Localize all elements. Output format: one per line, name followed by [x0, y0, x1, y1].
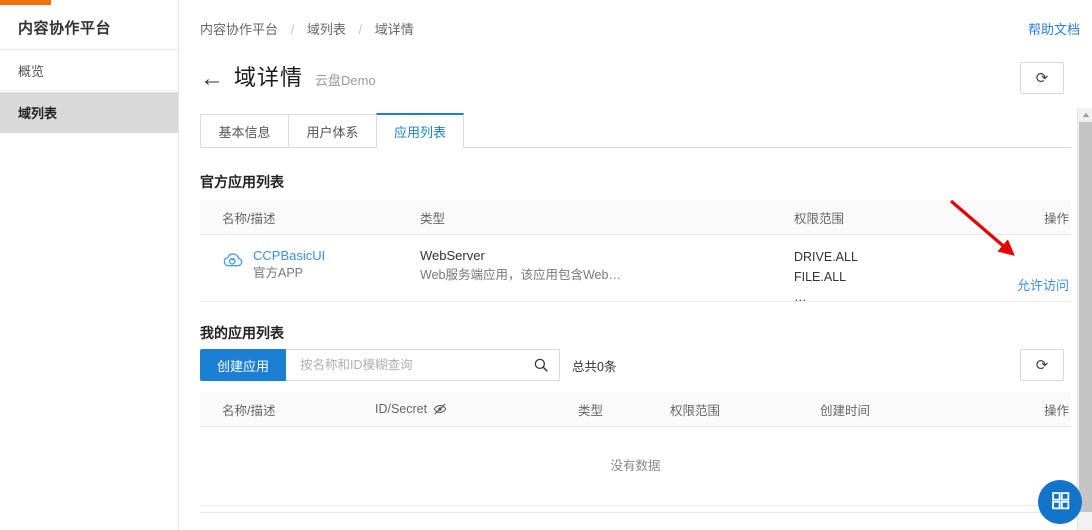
- create-app-button[interactable]: 创建应用: [200, 349, 287, 381]
- sidebar-item-overview[interactable]: 概览: [0, 50, 178, 91]
- tab-user-system-label: 用户体系: [306, 124, 359, 140]
- my-app-toolbar: 创建应用 总共0条: [200, 349, 616, 381]
- scrollbar-up-arrow-icon[interactable]: [1078, 108, 1092, 122]
- column-header-create-time: 创建时间: [820, 403, 871, 418]
- column-header-id-secret-label: ID/Secret: [375, 402, 428, 416]
- app-type-name: WebServer: [420, 248, 485, 263]
- my-app-list-title: 我的应用列表: [200, 325, 284, 341]
- breadcrumb-item-1[interactable]: 域列表: [307, 22, 346, 37]
- cell-app-type: WebServer Web服务端应用，该应用包含Web…: [420, 247, 621, 285]
- column-header-name: 名称/描述: [222, 211, 276, 226]
- total-count-label: 总共0条: [572, 359, 617, 374]
- breadcrumb-separator: /: [358, 22, 363, 37]
- my-app-table-header: 名称/描述 ID/Secret 类型 权限范围 创建时间 操作: [200, 392, 1071, 427]
- page-subtitle: 云盘Demo: [315, 73, 376, 88]
- column-header-scope: 权限范围: [670, 403, 721, 418]
- empty-state-text: 没有数据: [610, 459, 661, 473]
- search-icon[interactable]: [533, 357, 549, 373]
- app-description: 官方APP: [253, 266, 304, 280]
- allow-access-link[interactable]: 允许访问: [1017, 275, 1069, 294]
- tab-app-list-label: 应用列表: [393, 124, 446, 140]
- column-header-type: 类型: [420, 211, 446, 226]
- app-grid-fab-button[interactable]: [1038, 480, 1082, 524]
- bottom-divider: [200, 512, 1071, 513]
- breadcrumb-item-2: 域详情: [374, 22, 414, 37]
- breadcrumb-separator: /: [290, 22, 295, 37]
- scope-item: …: [794, 290, 807, 304]
- tab-app-list[interactable]: 应用列表: [376, 113, 464, 148]
- cell-action: 允许访问: [1017, 275, 1069, 294]
- app-name-link[interactable]: CCPBasicUI: [253, 248, 325, 263]
- column-header-id-secret: ID/Secret: [375, 392, 447, 426]
- column-header-name: 名称/描述: [222, 403, 276, 418]
- table-row: CCPBasicUI 官方APP WebServer Web服务端应用，该应用包…: [200, 235, 1071, 304]
- app-type-description: Web服务端应用，该应用包含Web…: [420, 268, 621, 282]
- column-header-scope: 权限范围: [794, 211, 845, 226]
- column-header-type: 类型: [578, 403, 604, 418]
- scope-item: FILE.ALL: [794, 270, 847, 284]
- scrollbar-thumb[interactable]: [1079, 122, 1092, 512]
- eye-off-icon[interactable]: [433, 402, 447, 416]
- sidebar: 内容协作平台 概览 域列表: [0, 0, 179, 530]
- sidebar-item-overview-label: 概览: [18, 63, 45, 79]
- search-input[interactable]: [298, 357, 534, 373]
- official-app-list-title: 官方应用列表: [200, 174, 284, 190]
- tab-basic-info-label: 基本信息: [218, 124, 271, 140]
- cell-permission-scope: DRIVE.ALL FILE.ALL …: [794, 247, 858, 307]
- my-app-table: 名称/描述 ID/Secret 类型 权限范围 创建时间 操作 没有数据: [200, 392, 1071, 506]
- official-app-table: 名称/描述 类型 权限范围 操作 CCPBasicUI 官方APP WebSer…: [200, 200, 1071, 304]
- column-header-action: 操作: [1043, 211, 1069, 226]
- empty-state-row: 没有数据: [200, 427, 1071, 506]
- page-title: 域详情: [234, 65, 304, 90]
- sidebar-item-domain-list[interactable]: 域列表: [0, 92, 178, 133]
- cloud-icon: [222, 249, 244, 271]
- tab-basic-info[interactable]: 基本信息: [200, 114, 288, 148]
- brand-title: 内容协作平台: [0, 5, 178, 50]
- refresh-icon: ⟳: [1035, 69, 1049, 87]
- main-content: 内容协作平台 / 域列表 / 域详情 帮助文档 ← 域详情 云盘Demo ⟳ 基…: [179, 0, 1092, 530]
- app-root: 内容协作平台 概览 域列表 内容协作平台 / 域列表 / 域详情 帮助文档 ← …: [0, 0, 1092, 530]
- tab-bar: 基本信息 用户体系 应用列表: [200, 113, 1071, 148]
- official-table-header: 名称/描述 类型 权限范围 操作: [200, 200, 1071, 235]
- create-app-button-label: 创建应用: [217, 358, 270, 374]
- tab-user-system[interactable]: 用户体系: [288, 114, 376, 148]
- breadcrumb: 内容协作平台 / 域列表 / 域详情: [200, 19, 414, 38]
- page-refresh-button[interactable]: ⟳: [1020, 62, 1064, 94]
- search-box[interactable]: [286, 349, 561, 381]
- column-header-action: 操作: [1043, 403, 1069, 418]
- sidebar-item-domain-list-label: 域列表: [18, 106, 58, 121]
- cell-app-name: CCPBasicUI 官方APP: [222, 247, 325, 283]
- scope-item: DRIVE.ALL: [794, 250, 858, 264]
- help-doc-link[interactable]: 帮助文档: [1028, 19, 1080, 38]
- vertical-scrollbar[interactable]: [1077, 108, 1092, 530]
- back-arrow-icon[interactable]: ←: [200, 67, 224, 91]
- my-app-refresh-button[interactable]: ⟳: [1020, 349, 1064, 381]
- breadcrumb-item-0[interactable]: 内容协作平台: [200, 22, 278, 37]
- grid-icon: [1050, 490, 1071, 514]
- page-title-row: ← 域详情 云盘Demo: [200, 60, 376, 92]
- refresh-icon: ⟳: [1035, 356, 1049, 374]
